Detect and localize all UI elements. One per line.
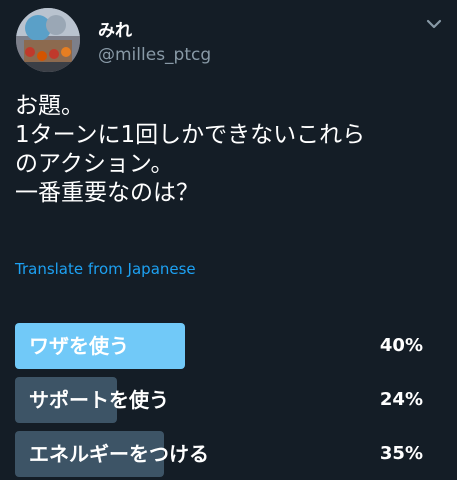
user-handle[interactable]: @milles_ptcg — [98, 45, 211, 65]
tweet-text-line: のアクション。 — [15, 151, 174, 177]
poll-option-percent: 40% — [379, 335, 423, 356]
poll-option-label: サポートを使う — [29, 388, 169, 412]
poll-option-label: エネルギーをつける — [29, 442, 209, 466]
tweet-text-line: お題。 — [15, 93, 84, 119]
poll-option[interactable]: ワザを使う 40% — [15, 323, 447, 369]
poll-option-label: ワザを使う — [29, 334, 129, 358]
tweet-text: お題。 1ターンに1回しかできないこれら のアクション。 一番重要なのは？ — [15, 92, 447, 208]
translate-link[interactable]: Translate from Japanese — [15, 260, 196, 278]
poll-option-percent: 24% — [379, 389, 423, 410]
tweet-text-line: 1ターンに1回しかできないこれら — [15, 122, 366, 148]
poll-option-percent: 35% — [379, 443, 423, 464]
poll-option[interactable]: サポートを使う 24% — [15, 377, 447, 423]
poll-option[interactable]: エネルギーをつける 35% — [15, 431, 447, 477]
avatar[interactable] — [16, 8, 80, 72]
tweet: みれ @milles_ptcg お題。 1ターンに1回しかできないこれら のアク… — [0, 0, 457, 480]
tweet-text-line: 一番重要なのは？ — [15, 180, 199, 206]
chevron-down-icon[interactable] — [424, 16, 444, 32]
display-name[interactable]: みれ — [98, 16, 132, 41]
avatar-icon — [16, 8, 80, 72]
